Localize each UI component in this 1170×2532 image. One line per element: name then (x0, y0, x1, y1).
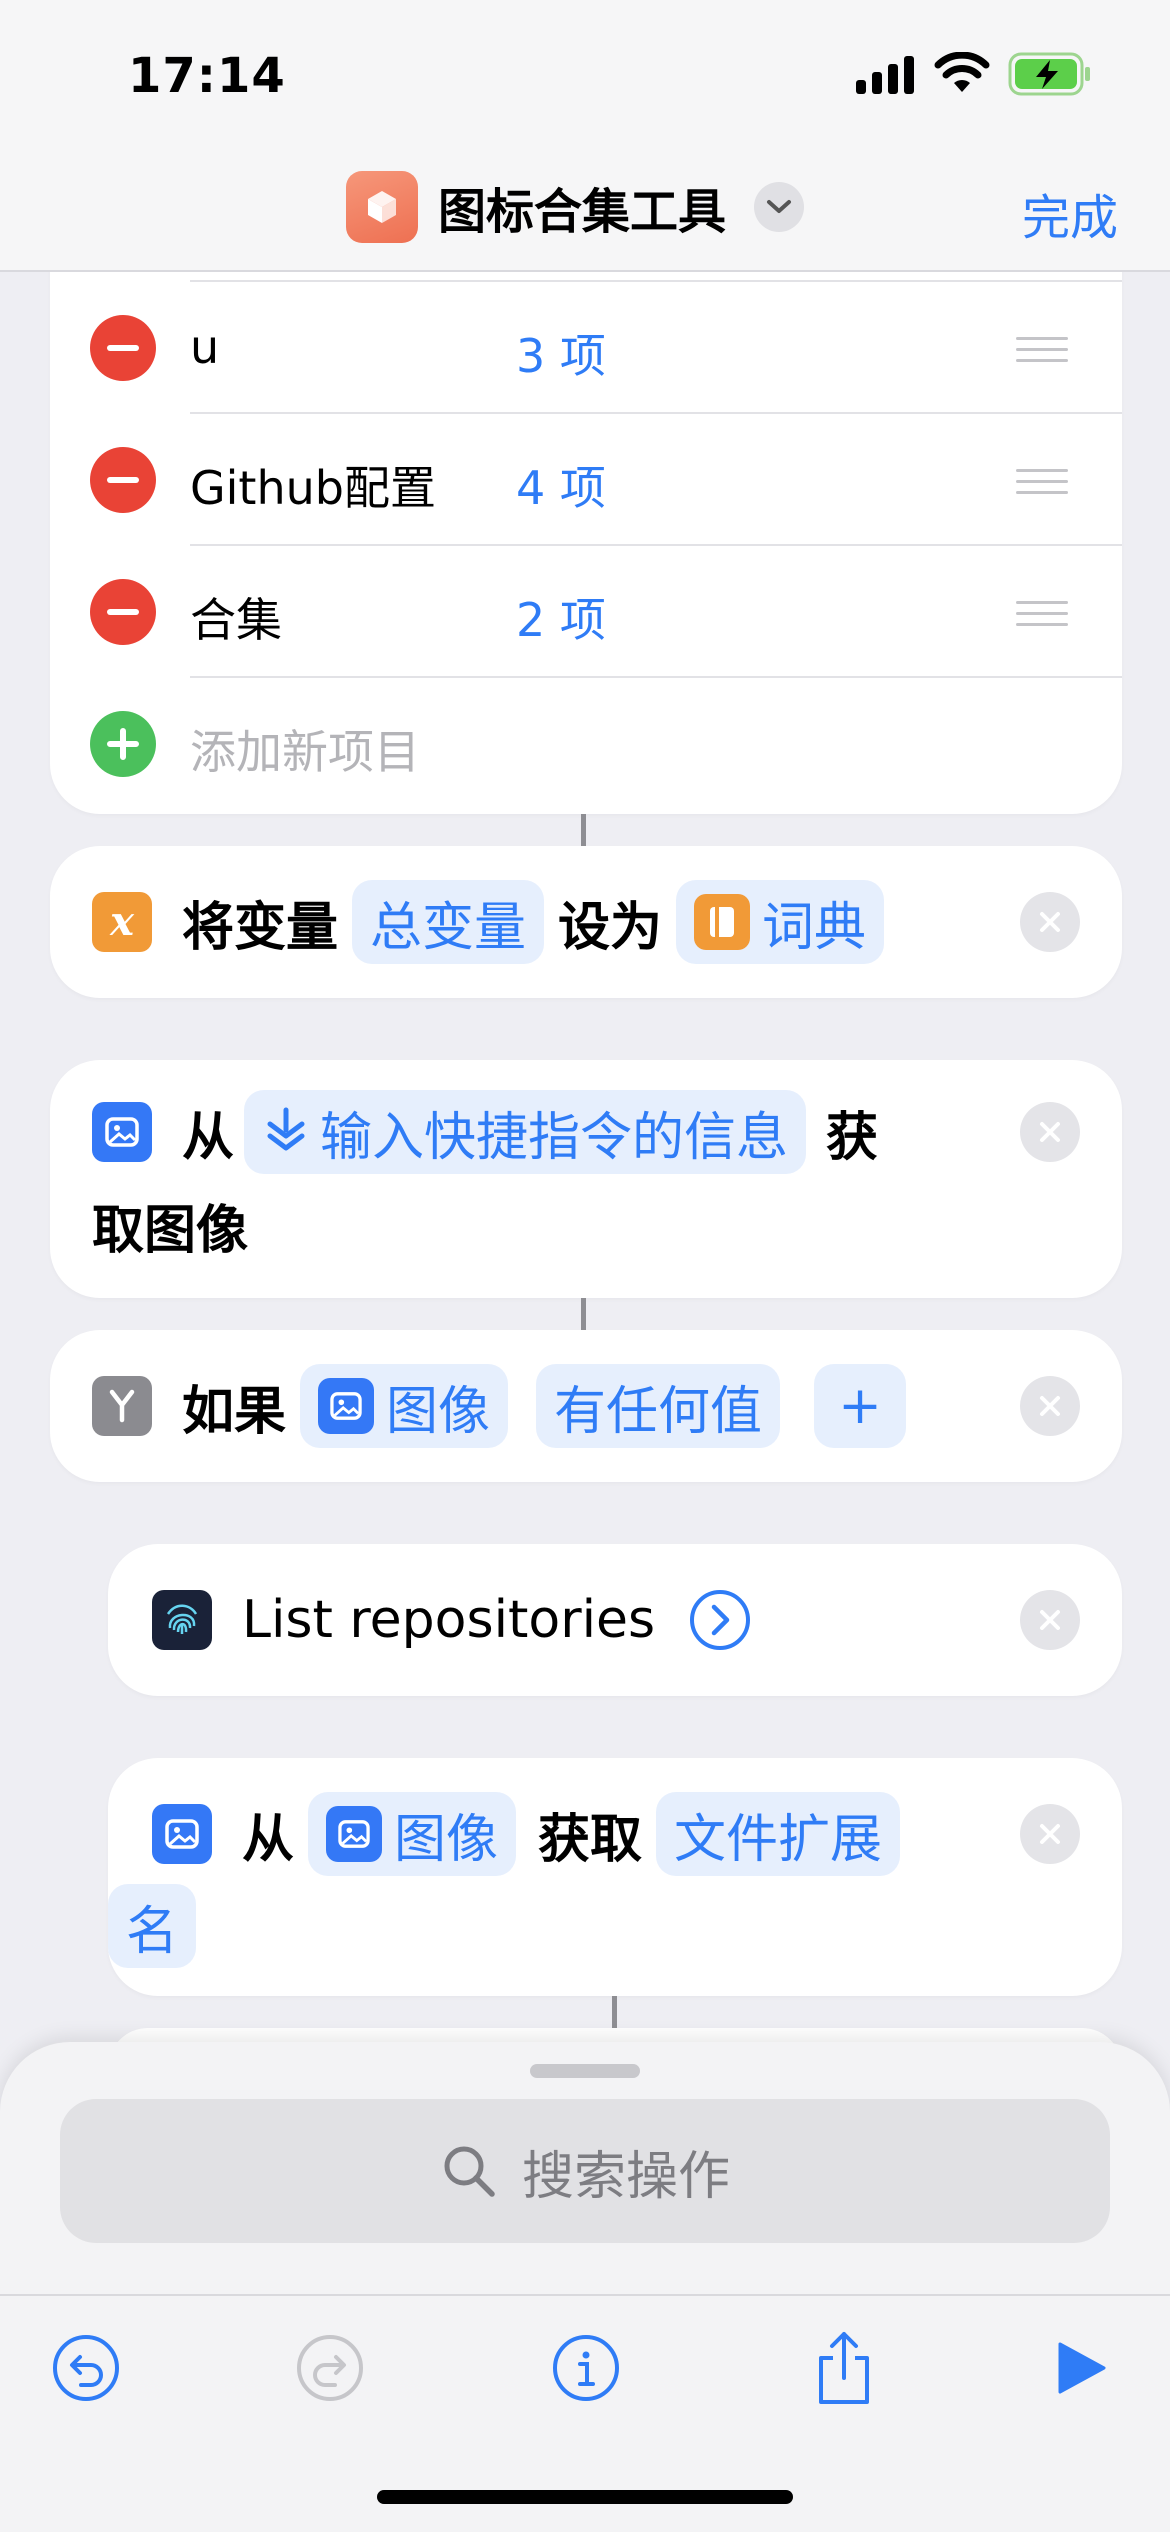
cellular-signal-icon (856, 54, 914, 94)
close-icon[interactable] (1020, 1376, 1080, 1436)
dictionary-token[interactable]: 词典 (676, 880, 885, 964)
condition-token[interactable]: 有任何值 (536, 1364, 781, 1448)
close-icon[interactable] (1020, 1590, 1080, 1650)
variable-icon: x (92, 892, 152, 952)
search-placeholder: 搜索操作 (521, 2146, 730, 2207)
dict-value[interactable]: 2 项 (516, 584, 606, 650)
dict-key[interactable]: u (190, 320, 219, 374)
fingerprint-app-icon (152, 1590, 212, 1650)
shortcut-input-token[interactable]: 输入快捷指令的信息 (244, 1090, 807, 1174)
if-verb: 如果 (182, 1381, 287, 1442)
shortcut-input-icon (267, 1107, 305, 1151)
from-label: 从 (182, 1107, 235, 1168)
close-icon[interactable] (1020, 1804, 1080, 1864)
home-indicator (377, 2490, 793, 2504)
variable-name-token[interactable]: 总变量 (352, 880, 545, 964)
dictionary-card: u 3 项 Github配置 4 项 合集 2 项 添加新项目 (50, 200, 1122, 814)
toolbar-divider (0, 2294, 1170, 2296)
info-icon[interactable] (546, 2328, 626, 2408)
photo-icon (318, 1378, 375, 1434)
from-label: 从 (242, 1809, 295, 1870)
actions-sheet: 搜索操作 (0, 2042, 1170, 2532)
image-token-label: 图像 (394, 1809, 499, 1870)
photo-icon (326, 1806, 383, 1862)
search-input[interactable]: 搜索操作 (60, 2099, 1110, 2243)
file-extension-token-cont[interactable]: 名 (108, 1884, 197, 1968)
photo-icon (92, 1102, 152, 1162)
drag-handle-icon[interactable] (1016, 337, 1068, 363)
image-input-token[interactable]: 图像 (308, 1792, 517, 1876)
close-icon[interactable] (1020, 892, 1080, 952)
image-token-label: 图像 (386, 1381, 491, 1442)
get-images-action[interactable]: 从 输入快捷指令的信息 获 取图像 (50, 1060, 1122, 1298)
get-verb-part1: 获 (826, 1107, 879, 1168)
if-action[interactable]: 如果 图像 有任何值 + (50, 1330, 1122, 1482)
run-play-icon[interactable] (1040, 2328, 1120, 2408)
shortcut-input-label: 输入快捷指令的信息 (320, 1107, 789, 1168)
get-verb: 获取 (538, 1809, 643, 1870)
set-variable-action[interactable]: x 将变量 总变量 设为 词典 (50, 846, 1122, 998)
chevron-right-circle-icon[interactable] (689, 1589, 751, 1651)
dict-row: Github配置 4 项 (50, 414, 1122, 546)
get-verb-part2: 取图像 (92, 1201, 249, 1261)
get-file-extension-action[interactable]: 从 图像 获取 文件扩展 名 (108, 1758, 1122, 1996)
add-item-row[interactable]: 添加新项目 (50, 678, 1122, 810)
wifi-icon (934, 52, 990, 92)
list-repositories-action[interactable]: List repositories (108, 1544, 1122, 1696)
image-input-token[interactable]: 图像 (300, 1364, 509, 1448)
remove-item-button[interactable] (90, 447, 156, 513)
drag-handle-icon[interactable] (1016, 601, 1068, 627)
shortcut-title: 图标合集工具 (438, 184, 727, 240)
search-icon (444, 2146, 495, 2197)
done-button[interactable]: 完成 (1022, 178, 1118, 248)
dictionary-book-icon (694, 894, 751, 950)
drag-handle-icon[interactable] (1016, 469, 1068, 495)
status-time: 17:14 (128, 48, 286, 104)
sheet-grabber[interactable] (530, 2064, 640, 2078)
dictionary-token-label: 词典 (762, 897, 867, 958)
undo-icon[interactable] (46, 2328, 126, 2408)
photo-icon (152, 1804, 212, 1864)
dict-row: 合集 2 项 (50, 546, 1122, 678)
set-to-label: 设为 (558, 897, 663, 958)
remove-item-button[interactable] (90, 579, 156, 645)
share-icon[interactable] (804, 2328, 884, 2408)
remove-item-button[interactable] (90, 315, 156, 381)
set-variable-verb: 将变量 (182, 897, 339, 958)
dict-key[interactable]: 合集 (190, 584, 282, 650)
branch-icon (92, 1376, 152, 1436)
close-icon[interactable] (1020, 1102, 1080, 1162)
dict-key[interactable]: Github配置 (190, 452, 436, 518)
list-repositories-label: List repositories (242, 1590, 656, 1650)
add-condition-button[interactable]: + (814, 1364, 907, 1448)
file-extension-token[interactable]: 文件扩展 (656, 1792, 901, 1876)
dict-value[interactable]: 4 项 (516, 452, 606, 518)
add-item-button[interactable] (90, 711, 156, 777)
chevron-down-icon[interactable] (754, 182, 805, 232)
top-bar: 17:14 图标合集工具 完成 (0, 0, 1170, 272)
dict-row: u 3 项 (50, 282, 1122, 414)
nav-title-group[interactable]: 图标合集工具 (346, 170, 805, 244)
redo-icon[interactable] (290, 2328, 370, 2408)
add-item-label: 添加新项目 (190, 725, 420, 779)
dict-value[interactable]: 3 项 (516, 320, 606, 386)
shortcut-app-icon (346, 171, 418, 243)
battery-charging-icon (1008, 52, 1090, 96)
